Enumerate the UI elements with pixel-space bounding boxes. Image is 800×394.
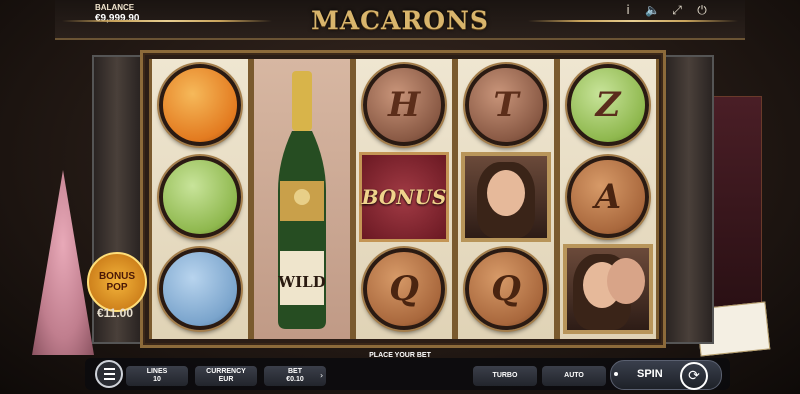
chevron-right-icon[interactable]: › [320,371,323,380]
h-macaron: H [363,64,445,146]
reel-cell [152,151,248,243]
t-macaron: T [465,64,547,146]
game-scene: BALANCE €9,999.90 MACARONS i 🔈 ⤢ ⏻ WILD … [0,0,800,394]
reel-cell: Q [356,243,452,335]
pistachio-macaron [159,156,241,238]
game-title: MACARONS [311,6,489,35]
spin-label: SPIN [637,368,663,380]
balance-value: €9,999.90 [95,13,140,24]
reel-cell [152,59,248,151]
reel-3: H BONUS Q [353,59,455,339]
turbo-button[interactable]: TURBO [473,366,537,386]
title-ornament-right [528,20,738,22]
q-macaron: Q [465,248,547,330]
reel-1 [149,59,251,339]
lines-label: LINES [146,368,168,375]
q-macaron: Q [363,248,445,330]
info-icon[interactable]: i [621,3,635,17]
balance-label: BALANCE [95,3,135,12]
shelf-decoration [710,96,762,308]
right-pillar [664,55,714,344]
wild-text: WILD [277,273,325,291]
reel-cell [560,243,656,335]
auto-label: AUTO [564,372,584,379]
reel-2: WILD [251,59,353,339]
blueberry-macaron [159,248,241,330]
reel-4: T Q [455,59,557,339]
reel-cell: A [560,151,656,243]
bet-label: BET [288,368,302,375]
reel-cell [458,151,554,243]
turbo-label: TURBO [492,372,518,379]
reel-frame: WILD H BONUS Q T Q Z A [140,50,666,348]
auto-button[interactable]: AUTO [542,366,606,386]
currency-value: EUR [218,376,234,383]
orange-vanilla-macaron [159,64,241,146]
reel-cell: H [356,59,452,151]
bonus-pop-button[interactable]: BONUS POP [87,252,147,312]
champagne-bottle-icon: WILD [277,71,326,329]
reel-cell: Z [560,59,656,151]
power-icon[interactable]: ⏻ [695,3,709,17]
bet-selector[interactable]: BET €0.10 [264,366,326,386]
reel-cell [152,243,248,335]
reel-cell: T [458,59,554,151]
lines-value: 10 [153,376,161,383]
a-macaron: A [567,156,649,238]
reel-cell: Q [458,243,554,335]
bet-value: €0.10 [286,376,304,383]
lines-selector[interactable]: LINES 10 [126,366,188,386]
z-macaron: Z [567,64,649,146]
bonus-symbol: BONUS [359,152,449,242]
macaron-tower-decoration [32,170,94,355]
currency-label: CURRENCY [206,368,246,375]
spin-button[interactable]: SPIN ⟳ [610,360,722,390]
menu-button[interactable] [95,360,123,388]
reel-5: Z A [557,59,659,339]
title-ornament-left [62,20,272,22]
fullscreen-icon[interactable]: ⤢ [670,3,684,17]
currency-selector[interactable]: CURRENCY EUR [195,366,257,386]
sound-icon[interactable]: 🔈 [645,3,660,17]
reel-cell: BONUS [356,151,452,243]
spin-refresh-icon: ⟳ [680,362,708,390]
couple-portrait [563,244,653,334]
bonus-pop-line2: POP [106,282,128,293]
bonus-pop-line1: BONUS [98,271,136,282]
woman-portrait [461,152,551,242]
bonus-pop-value: €11.00 [96,306,134,320]
indicator-dot [614,372,618,376]
